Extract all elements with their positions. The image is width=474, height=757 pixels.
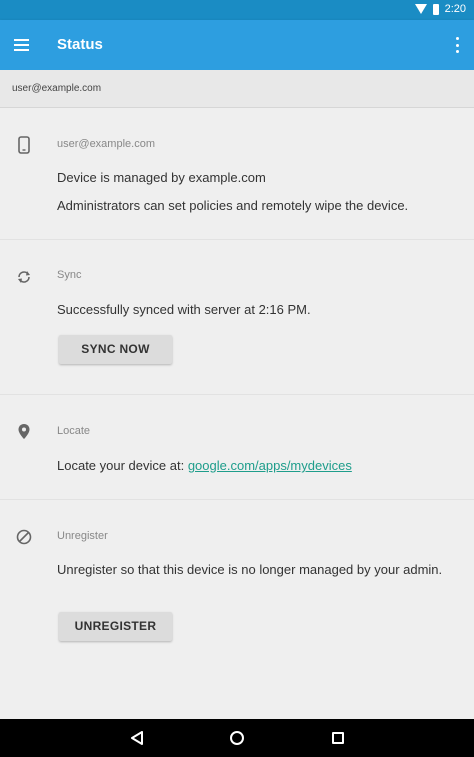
unregister-text: Unregister so that this device is no lon… — [57, 562, 443, 577]
status-time: 2:20 — [444, 3, 466, 15]
sync-title: Sync — [57, 269, 82, 281]
device-admin-text: Administrators can set policies and remo… — [57, 198, 409, 213]
locate-text-prefix: Locate your device at: — [57, 458, 188, 473]
menu-icon[interactable] — [14, 39, 29, 51]
system-nav-bar — [0, 719, 474, 757]
app-bar: Status — [0, 20, 474, 70]
locate-text: Locate your device at: google.com/apps/m… — [57, 457, 352, 474]
mydevices-link[interactable]: google.com/apps/mydevices — [188, 458, 352, 473]
more-vert-icon[interactable] — [456, 37, 460, 53]
device-managed-text: Device is managed by example.com — [57, 170, 266, 185]
account-email: user@example.com — [12, 83, 102, 94]
phone-icon — [18, 136, 30, 154]
locate-section: Locate Locate your device at: google.com… — [0, 395, 474, 500]
sync-now-button[interactable]: SYNC NOW — [59, 335, 172, 364]
sync-icon — [18, 271, 30, 283]
unregister-title: Unregister — [57, 530, 108, 542]
locate-title: Locate — [57, 425, 91, 437]
unregister-section: Unregister Unregister so that this devic… — [0, 500, 474, 719]
device-section: user@example.com Device is managed by ex… — [0, 109, 474, 240]
page-title: Status — [57, 36, 103, 53]
location-pin-icon — [18, 424, 30, 439]
device-account-title: user@example.com — [57, 138, 155, 150]
sync-status-text: Successfully synced with server at 2:16 … — [57, 302, 311, 317]
home-icon[interactable] — [230, 731, 244, 745]
account-header: user@example.com — [0, 70, 474, 108]
system-status-bar: 2:20 — [0, 0, 474, 20]
battery-icon — [432, 3, 439, 15]
wifi-icon — [414, 4, 427, 14]
back-icon[interactable] — [130, 731, 144, 745]
sync-section: Sync Successfully synced with server at … — [0, 240, 474, 395]
unregister-button[interactable]: UNREGISTER — [59, 612, 172, 641]
recents-icon[interactable] — [332, 732, 344, 744]
block-icon — [16, 529, 32, 545]
